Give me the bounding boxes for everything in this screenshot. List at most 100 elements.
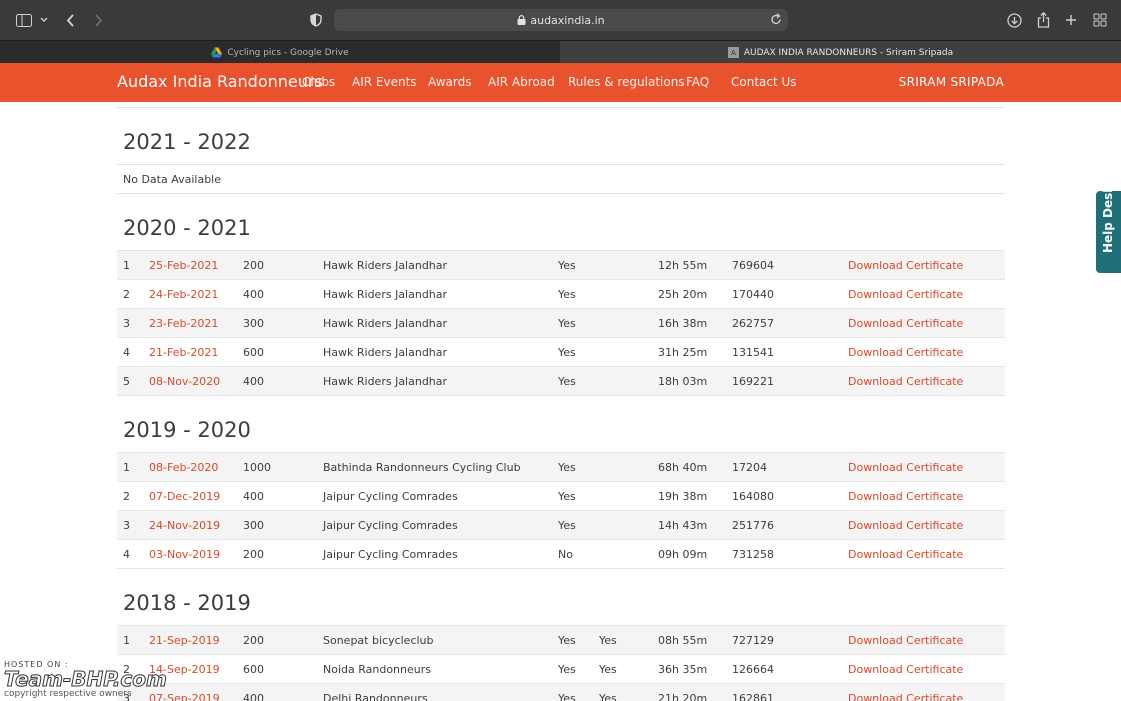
- homologation-id: 169221: [732, 375, 774, 388]
- table-row: 2 14-Sep-2019 600 Noida Randonneurs Yes …: [117, 654, 1005, 683]
- back-icon[interactable]: [62, 9, 78, 31]
- download-certificate-link[interactable]: Download Certificate: [848, 663, 963, 676]
- ride-time: 18h 03m: [658, 375, 708, 388]
- user-menu[interactable]: SRIRAM SRIPADA: [899, 75, 1004, 89]
- nav-link-awards[interactable]: Awards: [428, 75, 471, 89]
- download-icon[interactable]: [1004, 9, 1024, 31]
- tab-google-drive[interactable]: Cycling pics - Google Drive: [0, 41, 560, 64]
- download-certificate-link[interactable]: Download Certificate: [848, 692, 963, 701]
- table-row: 4 21-Feb-2021 600 Hawk Riders Jalandhar …: [117, 337, 1005, 366]
- season-table: 1 25-Feb-2021 200 Hawk Riders Jalandhar …: [117, 250, 1005, 395]
- status-1: Yes: [558, 317, 576, 330]
- nav-link-rules[interactable]: Rules & regulations: [568, 75, 685, 89]
- row-number: 1: [123, 259, 130, 272]
- club-name: Noida Randonneurs: [323, 663, 431, 676]
- row-number: 1: [123, 461, 130, 474]
- event-date-link[interactable]: 08-Feb-2020: [149, 461, 218, 474]
- nav-link-air-abroad[interactable]: AIR Abroad: [488, 75, 555, 89]
- ride-time: 31h 25m: [658, 346, 708, 359]
- address-bar[interactable]: audaxindia.in: [334, 9, 788, 31]
- homologation-id: 262757: [732, 317, 774, 330]
- distance: 400: [243, 490, 264, 503]
- event-date-link[interactable]: 21-Sep-2019: [149, 634, 220, 647]
- download-certificate-link[interactable]: Download Certificate: [848, 634, 963, 647]
- event-date-link[interactable]: 24-Nov-2019: [149, 519, 220, 532]
- status-1: No: [558, 548, 573, 561]
- download-certificate-link[interactable]: Download Certificate: [848, 346, 963, 359]
- download-certificate-link[interactable]: Download Certificate: [848, 375, 963, 388]
- homologation-id: 131541: [732, 346, 774, 359]
- homologation-id: 126664: [732, 663, 774, 676]
- row-number: 1: [123, 634, 130, 647]
- share-icon[interactable]: [1033, 9, 1053, 31]
- nav-link-faq[interactable]: FAQ: [686, 75, 709, 89]
- season-title: 2021 - 2022: [123, 130, 251, 154]
- season-table: 1 08-Feb-2020 1000 Bathinda Randonneurs …: [117, 452, 1005, 568]
- help-desk-button[interactable]: Help Desk: [1096, 185, 1121, 273]
- ride-time: 08h 55m: [658, 634, 708, 647]
- forward-icon[interactable]: [90, 9, 106, 31]
- homologation-id: 170440: [732, 288, 774, 301]
- distance: 200: [243, 259, 264, 272]
- google-drive-icon: [211, 47, 223, 58]
- download-certificate-link[interactable]: Download Certificate: [848, 317, 963, 330]
- site-brand[interactable]: Audax India Randonneurs: [117, 72, 323, 91]
- chevron-down-icon[interactable]: [38, 9, 50, 31]
- homologation-id: 162861: [732, 692, 774, 701]
- table-row: 4 03-Nov-2019 200 Jaipur Cycling Comrade…: [117, 539, 1005, 568]
- download-certificate-link[interactable]: Download Certificate: [848, 548, 963, 561]
- watermark: HOSTED ON : Team-BHP.com copyright respe…: [4, 660, 168, 699]
- table-row: 1 25-Feb-2021 200 Hawk Riders Jalandhar …: [117, 250, 1005, 279]
- download-certificate-link[interactable]: Download Certificate: [848, 461, 963, 474]
- club-name: Hawk Riders Jalandhar: [323, 317, 448, 330]
- nav-link-clubs[interactable]: Clubs: [302, 75, 335, 89]
- club-name: Hawk Riders Jalandhar: [323, 288, 448, 301]
- event-date-link[interactable]: 21-Feb-2021: [149, 346, 218, 359]
- event-date-link[interactable]: 25-Feb-2021: [149, 259, 218, 272]
- shield-icon[interactable]: [307, 9, 325, 31]
- nav-link-air-events[interactable]: AIR Events: [352, 75, 417, 89]
- homologation-id: 769604: [732, 259, 774, 272]
- status-1: Yes: [558, 288, 576, 301]
- event-date-link[interactable]: 23-Feb-2021: [149, 317, 218, 330]
- tab-overview-icon[interactable]: [1091, 9, 1109, 31]
- ride-time: 09h 09m: [658, 548, 708, 561]
- download-certificate-link[interactable]: Download Certificate: [848, 490, 963, 503]
- ride-time: 12h 55m: [658, 259, 708, 272]
- club-name: Hawk Riders Jalandhar: [323, 375, 448, 388]
- status-1: Yes: [558, 663, 576, 676]
- nav-link-contact[interactable]: Contact Us: [731, 75, 797, 89]
- event-date-link[interactable]: 24-Feb-2021: [149, 288, 218, 301]
- club-name: Jaipur Cycling Comrades: [323, 519, 458, 532]
- distance: 1000: [243, 461, 271, 474]
- row-number: 2: [123, 490, 130, 503]
- download-certificate-link[interactable]: Download Certificate: [848, 259, 963, 272]
- event-date-link[interactable]: 03-Nov-2019: [149, 548, 220, 561]
- club-name: Sonepat bicycleclub: [323, 634, 434, 647]
- status-1: Yes: [558, 375, 576, 388]
- club-name: Delhi Randonneurs: [323, 692, 428, 701]
- status-1: Yes: [558, 259, 576, 272]
- new-tab-icon[interactable]: [1062, 9, 1080, 31]
- results-content: 2021 - 2022 No Data Available 2020 - 202…: [117, 102, 1005, 701]
- ride-time: 14h 43m: [658, 519, 708, 532]
- status-1: Yes: [558, 519, 576, 532]
- table-row: 3 07-Sep-2019 400 Delhi Randonneurs Yes …: [117, 683, 1005, 701]
- watermark-logo: Team-BHP.com: [4, 667, 168, 691]
- download-certificate-link[interactable]: Download Certificate: [848, 288, 963, 301]
- site-navbar: Audax India Randonneurs Clubs AIR Events…: [0, 63, 1121, 102]
- download-certificate-link[interactable]: Download Certificate: [848, 519, 963, 532]
- event-date-link[interactable]: 07-Dec-2019: [149, 490, 220, 503]
- tab-audax-india[interactable]: A AUDAX INDIA RANDONNEURS - Sriram Sripa…: [560, 41, 1121, 64]
- sidebar-icon[interactable]: [14, 9, 34, 31]
- reload-icon[interactable]: [770, 13, 782, 26]
- status-1: Yes: [558, 461, 576, 474]
- homologation-id: 727129: [732, 634, 774, 647]
- distance: 400: [243, 692, 264, 701]
- browser-toolbar: audaxindia.in: [0, 0, 1121, 40]
- distance: 300: [243, 317, 264, 330]
- row-number: 5: [123, 375, 130, 388]
- status-2: Yes: [599, 692, 617, 701]
- distance: 600: [243, 663, 264, 676]
- event-date-link[interactable]: 08-Nov-2020: [149, 375, 220, 388]
